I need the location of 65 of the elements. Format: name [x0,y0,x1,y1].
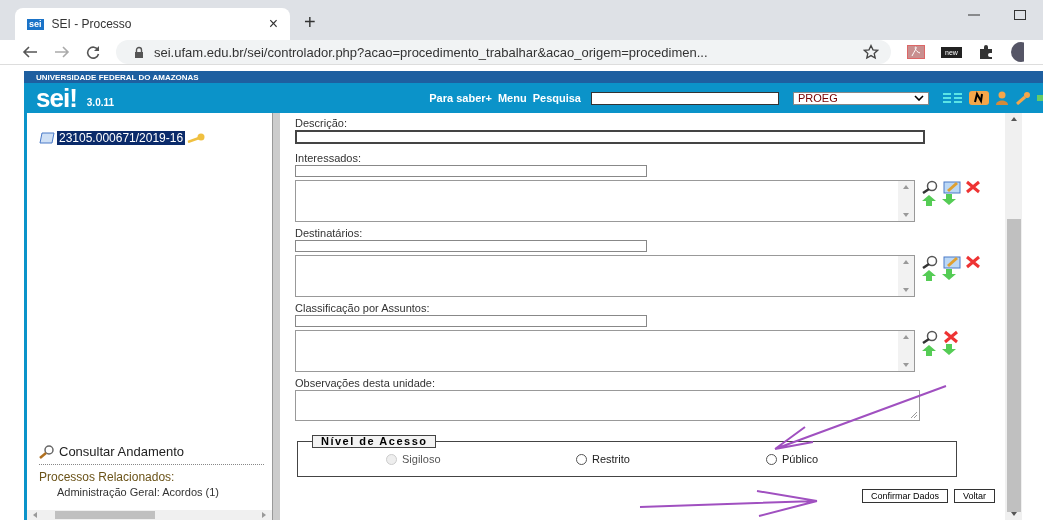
field-label: Descrição: [295,117,348,130]
address-bar[interactable]: sei.ufam.edu.br/sei/controlador.php?acao=procedimento_trabalhar&acao_origem=procedimen... [116,40,891,64]
resize-grip-icon [910,411,918,419]
scroll-right-icon[interactable] [262,512,266,518]
search-icon [39,444,55,459]
reload-icon[interactable] [86,45,100,59]
avatar-icon[interactable] [1009,42,1024,62]
field-label: Observações desta unidade: [295,377,437,390]
tab-title: SEI - Processo [51,17,133,31]
radio-label: Público [782,453,819,465]
consult-link[interactable]: Consultar Andamento [59,444,185,459]
document-icon [39,132,55,144]
maximize-icon[interactable] [1013,8,1027,22]
field-label: Interessados: [295,152,363,165]
search-field[interactable] [295,315,647,327]
caret-icon [914,95,924,101]
notes-field[interactable] [295,390,920,421]
star-icon[interactable] [863,44,879,60]
unit-select[interactable]: PROEG [793,91,929,105]
lock-icon [134,46,144,58]
close-tab-button[interactable]: × [268,15,278,33]
remove-icon[interactable] [965,180,981,194]
scroll-left-icon[interactable] [33,512,37,518]
radio-button[interactable] [576,453,587,465]
search-field[interactable] [295,240,647,252]
form-button[interactable]: Voltar [954,489,995,503]
search-field[interactable] [591,91,779,105]
pdf-icon[interactable] [907,45,925,59]
related-title: Processos Relacionados: [39,470,176,484]
browser-tab[interactable]: sei SEI - Processo × [15,8,290,40]
field-label: Destinatários: [295,227,364,240]
radio-label: Sigiloso [402,453,441,465]
radio-button[interactable] [766,453,777,465]
back-icon[interactable] [22,45,38,59]
horizontal-scrollbar[interactable] [27,510,272,520]
scroll-down-icon[interactable] [1010,512,1017,516]
search-icon[interactable] [921,180,939,194]
institution-name: UNIVERSIDADE FEDERAL DO AMAZONAS [36,72,199,82]
user-icon[interactable] [995,91,1009,105]
notes-icon[interactable] [969,91,989,105]
scroll-up-icon[interactable] [1010,117,1017,121]
forward-icon[interactable] [54,45,70,59]
url-text: sei.ufam.edu.br/sei/controlador.php?acao=procedimento_trabalhar&acao_origem=procedimen... [154,44,709,60]
access-level-legend: Nível de Acesso [312,435,437,448]
new-tab-button[interactable]: + [304,11,316,34]
process-link[interactable]: 23105.000671/2019-16 [57,131,186,145]
puzzle-icon[interactable] [977,45,994,59]
related-link[interactable]: Administração Geral: Acordos (1) [57,486,272,498]
remove-icon[interactable] [943,330,959,344]
description-field[interactable] [295,130,925,144]
favicon: sei [27,18,44,30]
search-field[interactable] [295,165,647,177]
version-text: 3.0.11 [86,96,115,108]
field-label: Classificação por Assuntos: [295,302,431,315]
remove-icon[interactable] [965,255,981,269]
vertical-scrollbar[interactable] [1005,113,1022,520]
wrench-icon[interactable] [1015,91,1031,105]
radio-label: Restrito [592,453,630,465]
key-icon [187,133,206,143]
form-button[interactable]: Confirmar Dados [861,489,948,503]
search-icon[interactable] [921,330,939,344]
list-icon[interactable] [943,93,963,103]
logo: sei! [36,85,77,111]
search-icon[interactable] [921,255,939,269]
splitter[interactable] [272,113,280,520]
